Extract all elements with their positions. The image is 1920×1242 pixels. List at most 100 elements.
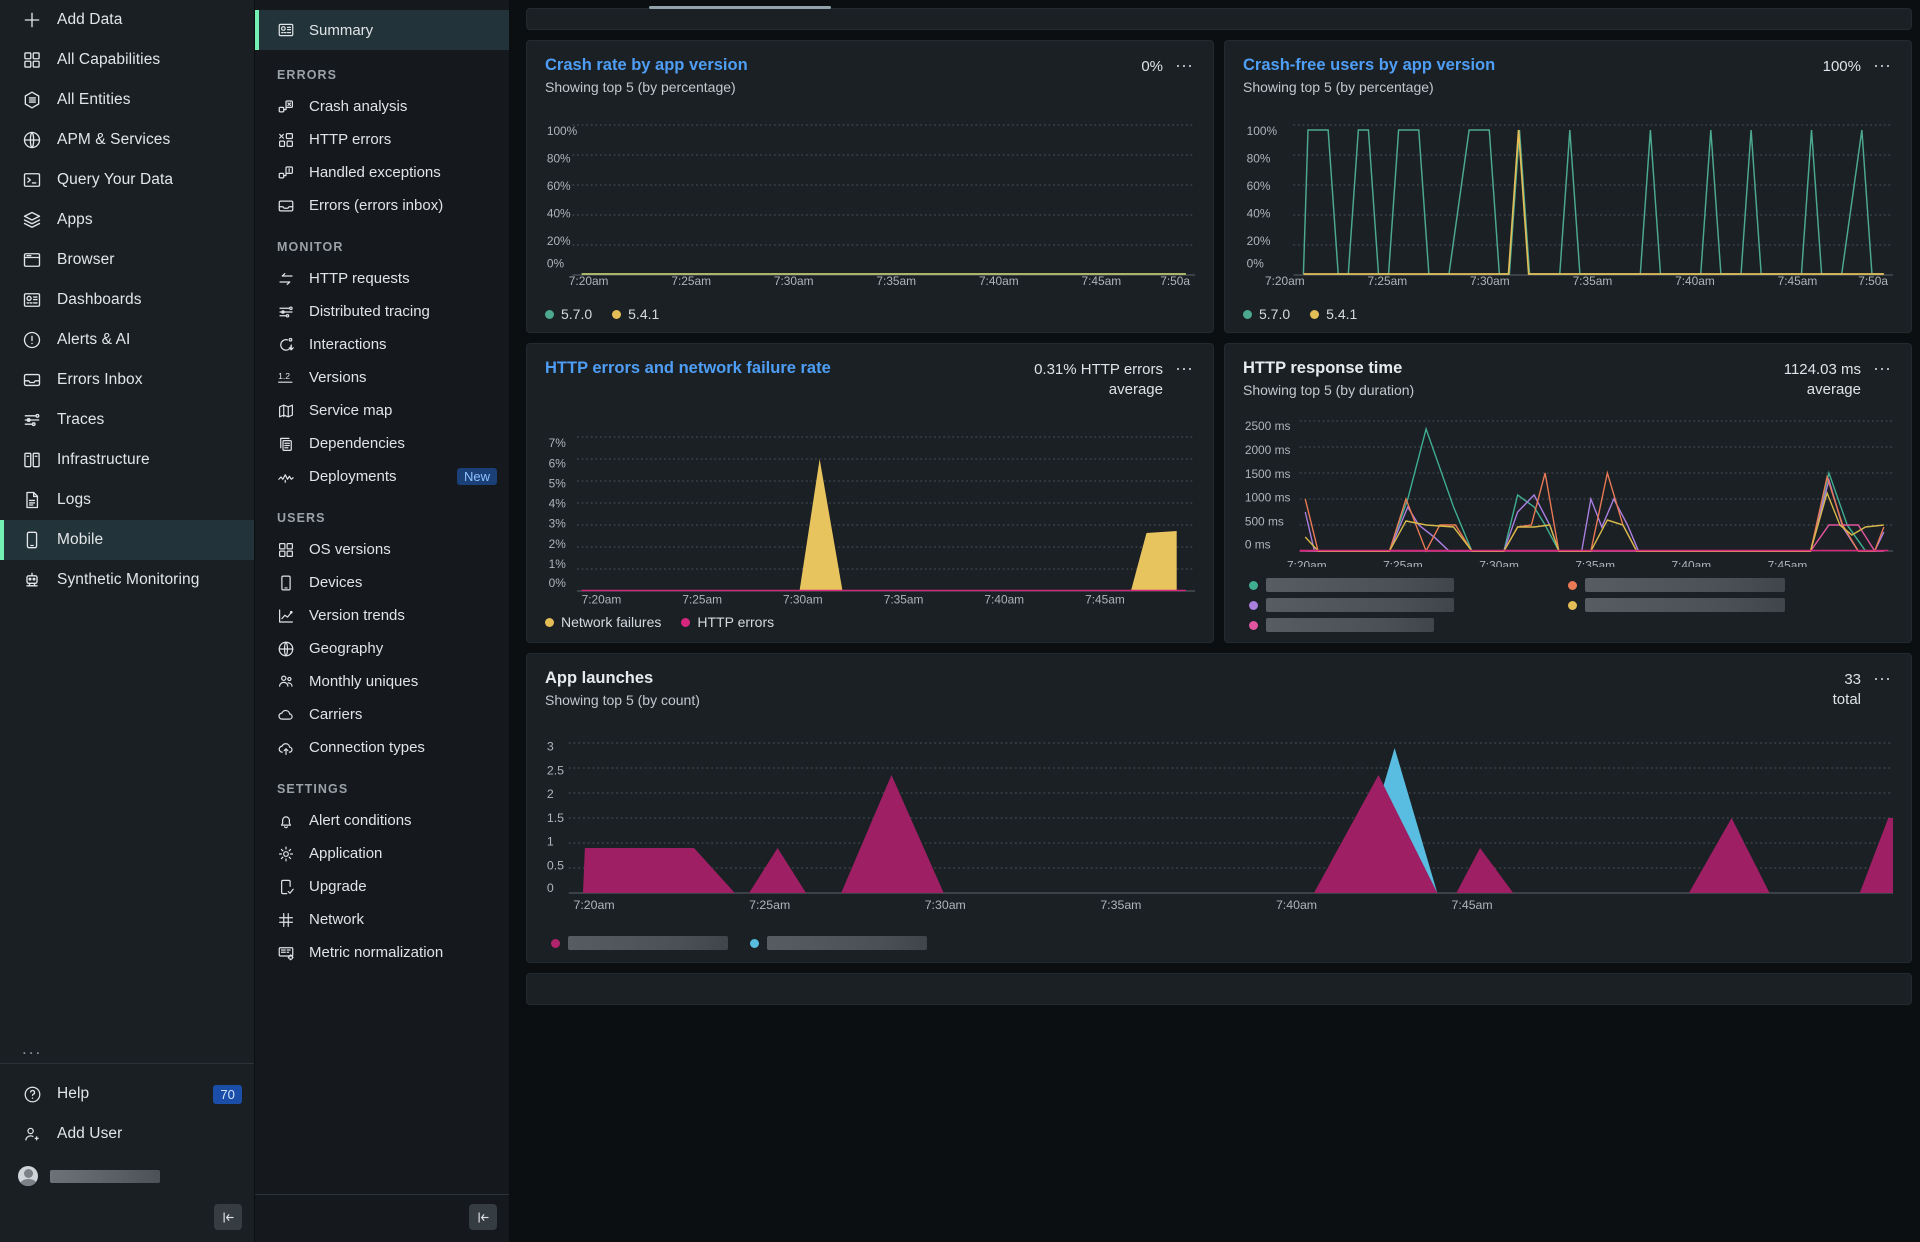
legend-item[interactable]: 5.4.1 bbox=[1310, 306, 1357, 322]
help-button[interactable]: Help 70 bbox=[0, 1074, 254, 1114]
secondary-item-http-errors[interactable]: HTTP errors bbox=[255, 123, 509, 156]
secondary-item-errors-errors-inbox[interactable]: Errors (errors inbox) bbox=[255, 189, 509, 222]
users-icon bbox=[277, 673, 295, 691]
svg-text:7:20am: 7:20am bbox=[1265, 274, 1305, 288]
collapse-primary-nav-button[interactable] bbox=[214, 1204, 242, 1230]
legend-item[interactable] bbox=[750, 936, 927, 950]
legend-label: 5.7.0 bbox=[561, 306, 593, 322]
primary-nav-more-button[interactable]: ... bbox=[0, 1029, 254, 1063]
svg-text:1.2: 1.2 bbox=[278, 371, 290, 381]
legend-label-redacted bbox=[1585, 598, 1785, 612]
secondary-item-upgrade[interactable]: Upgrade bbox=[255, 870, 509, 903]
card-title[interactable]: Crash rate by app version bbox=[545, 55, 748, 76]
legend-item[interactable] bbox=[1249, 598, 1454, 612]
legend-item[interactable]: 5.7.0 bbox=[1243, 306, 1290, 322]
secondary-item-alert-conditions[interactable]: Alert conditions bbox=[255, 804, 509, 837]
card-title[interactable]: Crash-free users by app version bbox=[1243, 55, 1495, 76]
sidebar-item-label: Apps bbox=[57, 211, 93, 228]
secondary-item-metric-normalization[interactable]: Metric normalization bbox=[255, 936, 509, 969]
secondary-item-version-trends[interactable]: Version trends bbox=[255, 599, 509, 632]
secondary-item-distributed-tracing[interactable]: Distributed tracing bbox=[255, 295, 509, 328]
legend-item[interactable]: 5.4.1 bbox=[612, 306, 659, 322]
legend-item[interactable]: Network failures bbox=[545, 614, 661, 630]
add-user-button[interactable]: Add User bbox=[0, 1114, 254, 1154]
secondary-item-monthly-uniques[interactable]: Monthly uniques bbox=[255, 665, 509, 698]
legend-item[interactable] bbox=[551, 936, 728, 950]
legend-item[interactable]: HTTP errors bbox=[681, 614, 774, 630]
card-metric-group: 33 total ⋯ bbox=[1833, 668, 1893, 709]
sidebar-item-add-data[interactable]: Add Data bbox=[0, 0, 254, 40]
card-menu-button[interactable]: ⋯ bbox=[1873, 360, 1893, 378]
sidebar-item-query-your-data[interactable]: Query Your Data bbox=[0, 160, 254, 200]
secondary-item-handled-exceptions[interactable]: Handled exceptions bbox=[255, 156, 509, 189]
sidebar-item-all-capabilities[interactable]: All Capabilities bbox=[0, 40, 254, 80]
legend-item[interactable] bbox=[1568, 598, 1785, 612]
chart-crash-rate[interactable]: 100% 80% 60% 40% 20% 0% 7:20am 7:25am 7:… bbox=[545, 105, 1195, 295]
collapse-secondary-nav-button[interactable] bbox=[469, 1204, 497, 1230]
document-icon bbox=[22, 490, 42, 510]
svg-text:7:35am: 7:35am bbox=[1100, 898, 1141, 912]
chart-crash-free-users[interactable]: 100% 80% 60% 40% 20% 0% 7:20am 7:25am 7:… bbox=[1243, 105, 1893, 295]
secondary-item-deployments[interactable]: Deployments New bbox=[255, 460, 509, 493]
svg-text:7:40am: 7:40am bbox=[1675, 274, 1715, 288]
secondary-item-service-map[interactable]: Service map bbox=[255, 394, 509, 427]
deployments-icon bbox=[277, 468, 295, 486]
bell-icon bbox=[277, 812, 295, 830]
secondary-item-interactions[interactable]: Interactions bbox=[255, 328, 509, 361]
card-menu-button[interactable]: ⋯ bbox=[1175, 360, 1195, 378]
secondary-item-label: Carriers bbox=[309, 706, 363, 723]
secondary-item-application[interactable]: Application bbox=[255, 837, 509, 870]
secondary-item-geography[interactable]: Geography bbox=[255, 632, 509, 665]
current-user-row[interactable] bbox=[0, 1154, 254, 1192]
sidebar-item-all-entities[interactable]: All Entities bbox=[0, 80, 254, 120]
secondary-item-label: Service map bbox=[309, 402, 393, 419]
svg-text:60%: 60% bbox=[1247, 179, 1271, 193]
sidebar-item-mobile[interactable]: Mobile bbox=[0, 520, 254, 560]
sidebar-item-traces[interactable]: Traces bbox=[0, 400, 254, 440]
secondary-item-summary[interactable]: Summary bbox=[255, 10, 509, 50]
secondary-item-versions[interactable]: 1.2 Versions bbox=[255, 361, 509, 394]
secondary-item-carriers[interactable]: Carriers bbox=[255, 698, 509, 731]
chart-http-errors[interactable]: 7% 6% 5% 4% 3% 2% 1% 0% 7:20am 7:25am 7:… bbox=[545, 421, 1195, 606]
card-menu-button[interactable]: ⋯ bbox=[1873, 57, 1893, 75]
card-menu-button[interactable]: ⋯ bbox=[1175, 57, 1195, 75]
secondary-item-crash-analysis[interactable]: Crash analysis bbox=[255, 90, 509, 123]
sidebar-item-label: Browser bbox=[57, 251, 115, 268]
legend-item[interactable] bbox=[1249, 618, 1454, 632]
primary-nav-collapse-row bbox=[0, 1198, 254, 1242]
svg-text:7:25am: 7:25am bbox=[1368, 274, 1408, 288]
sidebar-item-errors-inbox[interactable]: Errors Inbox bbox=[0, 360, 254, 400]
sidebar-item-dashboards[interactable]: Dashboards bbox=[0, 280, 254, 320]
new-badge: New bbox=[456, 468, 497, 485]
secondary-item-label: Crash analysis bbox=[309, 98, 408, 115]
secondary-item-network[interactable]: Network bbox=[255, 903, 509, 936]
sidebar-item-apm-services[interactable]: APM & Services bbox=[0, 120, 254, 160]
legend-swatch bbox=[545, 617, 554, 627]
svg-text:0%: 0% bbox=[547, 256, 565, 270]
chart-http-response-time[interactable]: 2500 ms 2000 ms 1500 ms 1000 ms 500 ms 0… bbox=[1243, 407, 1893, 567]
sidebar-item-logs[interactable]: Logs bbox=[0, 480, 254, 520]
map-icon bbox=[277, 402, 295, 420]
sidebar-item-synthetic-monitoring[interactable]: Synthetic Monitoring bbox=[0, 560, 254, 600]
sidebar-item-browser[interactable]: Browser bbox=[0, 240, 254, 280]
legend-column-left bbox=[1249, 578, 1454, 632]
chart-app-launches[interactable]: 3 2.5 2 1.5 1 0.5 0 7:20am 7:25am 7:30am… bbox=[545, 723, 1893, 913]
secondary-item-devices[interactable]: Devices bbox=[255, 566, 509, 599]
secondary-item-connection-types[interactable]: Connection types bbox=[255, 731, 509, 764]
secondary-item-dependencies[interactable]: Dependencies bbox=[255, 427, 509, 460]
sidebar-item-apps[interactable]: Apps bbox=[0, 200, 254, 240]
secondary-item-label: Version trends bbox=[309, 607, 405, 624]
secondary-item-label: Network bbox=[309, 911, 365, 928]
secondary-item-label: Monthly uniques bbox=[309, 673, 419, 690]
secondary-item-os-versions[interactable]: OS versions bbox=[255, 533, 509, 566]
card-menu-button[interactable]: ⋯ bbox=[1873, 670, 1893, 688]
secondary-item-http-requests[interactable]: HTTP requests bbox=[255, 262, 509, 295]
sidebar-item-alerts-ai[interactable]: Alerts & AI bbox=[0, 320, 254, 360]
legend-item[interactable] bbox=[1249, 578, 1454, 592]
card-subtitle: Showing top 5 (by duration) bbox=[1243, 381, 1415, 398]
legend-item[interactable]: 5.7.0 bbox=[545, 306, 592, 322]
card-subtitle: Showing top 5 (by count) bbox=[545, 691, 700, 708]
card-title[interactable]: HTTP errors and network failure rate bbox=[545, 358, 831, 379]
sidebar-item-infrastructure[interactable]: Infrastructure bbox=[0, 440, 254, 480]
legend-item[interactable] bbox=[1568, 578, 1785, 592]
